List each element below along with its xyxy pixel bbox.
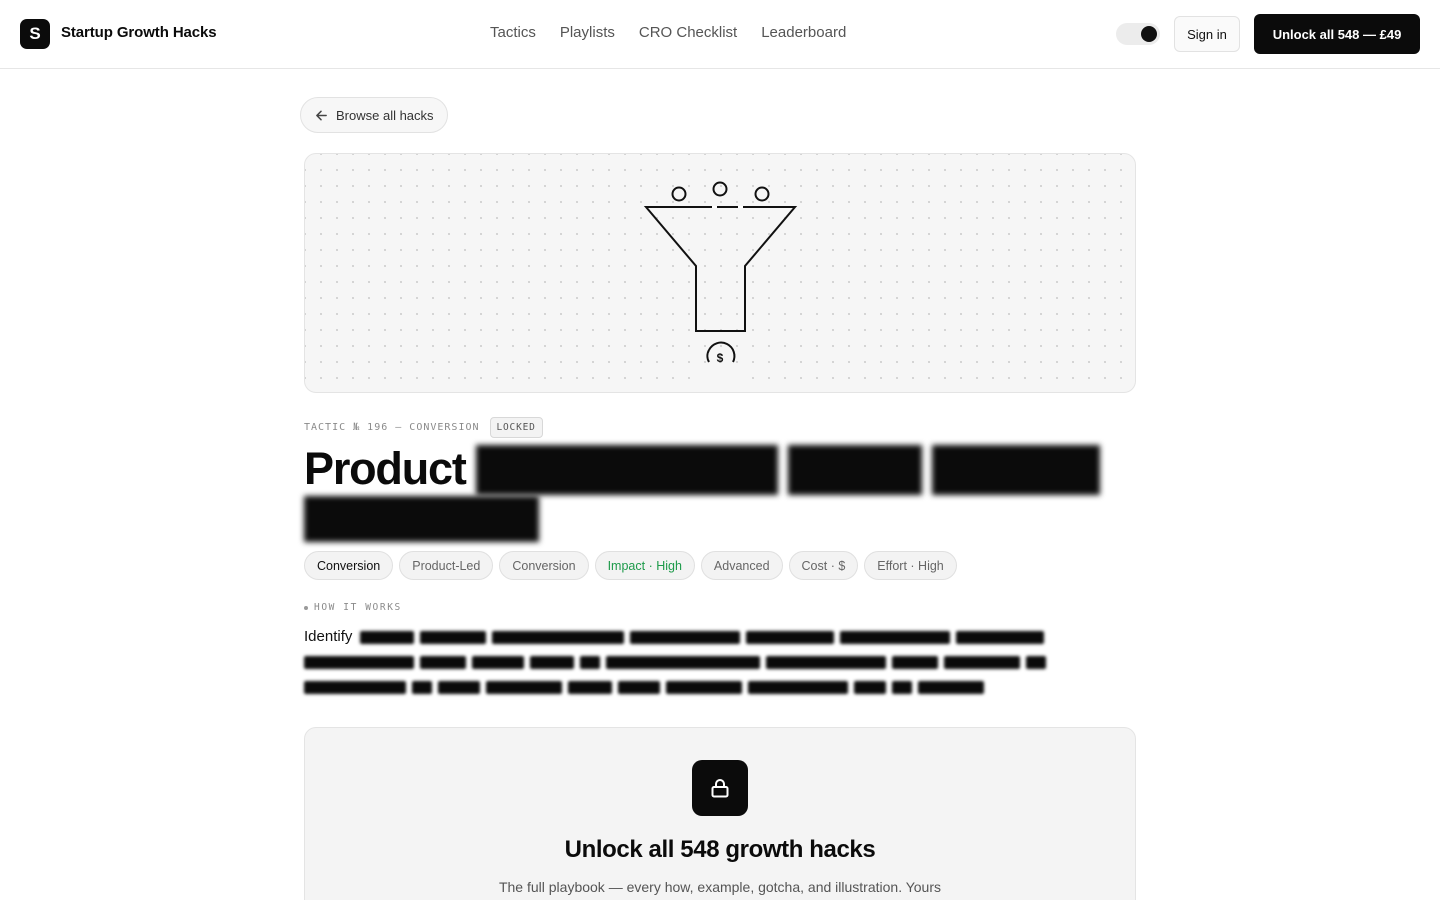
nav-playlists[interactable]: Playlists <box>560 24 615 41</box>
funnel-icon: $ <box>643 181 798 379</box>
main-nav: Tactics Playlists CRO Checklist Leaderbo… <box>490 24 846 41</box>
redacted-title-word <box>476 445 778 495</box>
tactic-meta: TACTIC № 196 — CONVERSION LOCKED <box>304 417 543 438</box>
redacted-title-word <box>932 445 1100 495</box>
unlock-subtitle: The full playbook — every how, example, … <box>498 879 942 895</box>
how-it-works-text: Identify <box>304 628 353 645</box>
bullet-dot-icon <box>304 605 308 610</box>
brand-name[interactable]: Startup Growth Hacks <box>61 24 217 41</box>
locked-badge: LOCKED <box>489 417 543 438</box>
unlock-title: Unlock all 548 growth hacks <box>564 836 876 863</box>
arrow-left-icon <box>316 110 327 120</box>
browse-all-hacks-button[interactable]: Browse all hacks <box>300 97 448 133</box>
nav-tactics[interactable]: Tactics <box>490 24 536 41</box>
impact-tag[interactable]: Impact · High <box>594 551 695 580</box>
tactic-number: TACTIC № 196 — CONVERSION <box>304 422 480 433</box>
nav-cro-checklist[interactable]: CRO Checklist <box>639 24 737 41</box>
redacted-title-word <box>788 445 922 495</box>
unlock-all-button[interactable]: Unlock all 548 — £49 <box>1254 14 1420 54</box>
theme-toggle[interactable] <box>1116 23 1160 45</box>
unlock-card: Unlock all 548 growth hacks The full pla… <box>304 727 1136 900</box>
nav-leaderboard[interactable]: Leaderboard <box>761 24 846 41</box>
sign-in-button[interactable]: Sign in <box>1174 16 1240 52</box>
how-it-works-label: HOW IT WORKS <box>314 602 402 613</box>
tag-chip[interactable]: Product-Led <box>399 551 494 580</box>
effort-tag[interactable]: Effort · High <box>864 551 957 580</box>
tag-list: Conversion Product-Led Conversion Impact… <box>304 551 957 580</box>
tag-chip[interactable]: Advanced <box>700 551 783 580</box>
logo-icon[interactable]: S <box>20 19 50 49</box>
tag-chip[interactable]: Conversion <box>304 551 394 580</box>
tactic-illustration: $ <box>304 153 1136 393</box>
browse-all-hacks-label: Browse all hacks <box>336 107 434 123</box>
redacted-title-word <box>304 496 539 542</box>
lock-icon <box>692 760 748 816</box>
coin-symbol: $ <box>717 351 724 365</box>
top-nav-bar: S Startup Growth Hacks Tactics Playlists… <box>0 0 1440 69</box>
toggle-knob-icon <box>1141 26 1157 42</box>
tag-chip[interactable]: Conversion <box>499 551 589 580</box>
how-it-works-heading: HOW IT WORKS <box>304 602 402 613</box>
tactic-title: Product <box>304 443 467 494</box>
cost-tag[interactable]: Cost · $ <box>788 551 859 580</box>
